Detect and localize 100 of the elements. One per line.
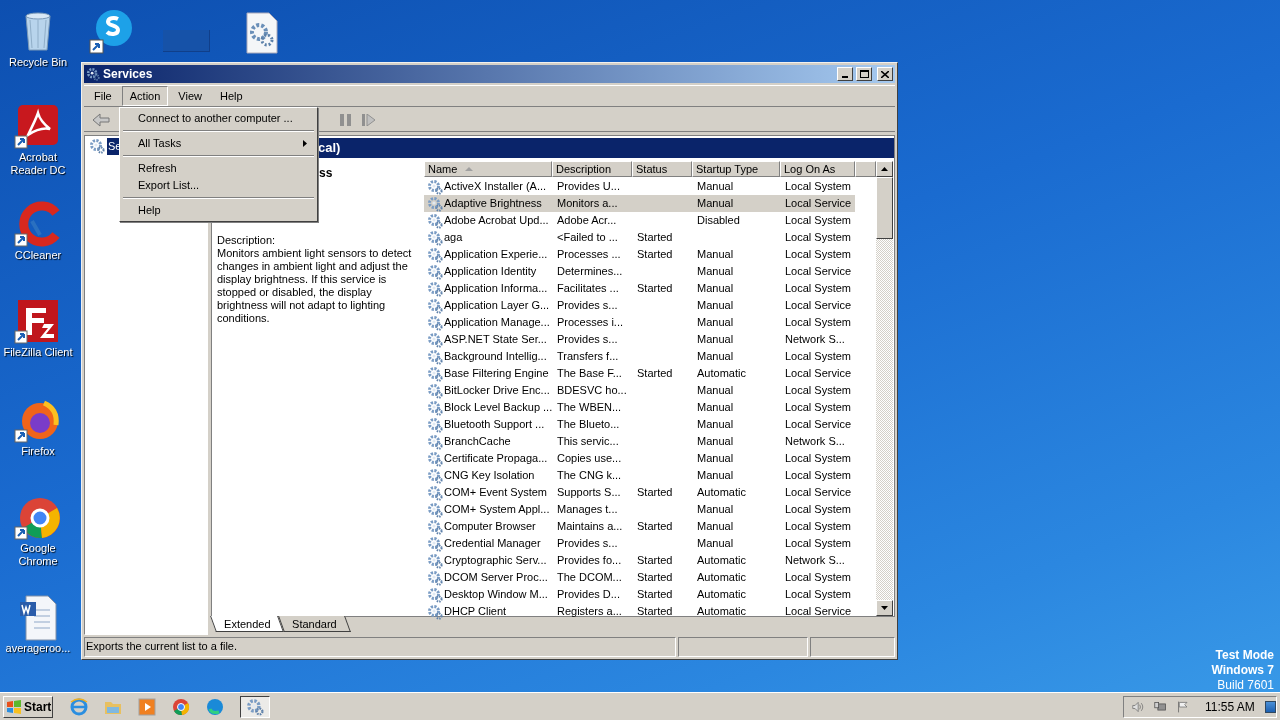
- table-row[interactable]: Block Level Backup ... The WBEN... Manual Local System: [424, 399, 855, 416]
- scroll-up-button[interactable]: [876, 161, 893, 177]
- speaker-icon[interactable]: [1132, 699, 1145, 714]
- table-cell-text: Manual: [697, 468, 734, 484]
- table-cell-text: Local System: [785, 468, 852, 484]
- desktop-shortcut[interactable]: FileZilla Client: [0, 298, 76, 359]
- table-row[interactable]: Bluetooth Support ... The Blueto... Manual Local Service: [424, 416, 855, 433]
- table-cell-text: COM+ System Appl...: [444, 502, 550, 518]
- table-row[interactable]: Adaptive Brightness Monitors a... Manual Local Service: [424, 195, 855, 212]
- desktop-shortcut[interactable]: Google Chrome: [0, 494, 76, 568]
- table-cell-text: Block Level Backup ...: [444, 400, 553, 416]
- table-cell-text: Manual: [697, 349, 734, 365]
- table-cell-text: Started: [637, 553, 673, 569]
- table-row[interactable]: Adobe Acrobat Upd... Adobe Acr... Disabled Local System: [424, 212, 855, 229]
- table-row[interactable]: Cryptographic Serv... Provides fo... Started Automatic Network S...: [424, 552, 855, 569]
- table-row[interactable]: Base Filtering Engine The Base F... Started Automatic Local Service: [424, 365, 855, 382]
- status-text: Exports the current list to a file.: [84, 637, 676, 657]
- table-cell-text: Application Identity: [444, 264, 537, 280]
- scrollbar-thumb[interactable]: [876, 177, 893, 239]
- table-row[interactable]: DHCP Client Registers a... Started Automatic Local Service: [424, 603, 855, 620]
- table-row[interactable]: BitLocker Drive Enc... BDESVC ho... Manual Local System: [424, 382, 855, 399]
- menu-item[interactable]: Export List...: [122, 177, 315, 194]
- menu-item[interactable]: Action: [121, 86, 169, 106]
- table-cell-text: Local Service: [785, 485, 852, 501]
- maximize-button[interactable]: [856, 67, 872, 81]
- desktop-shortcut[interactable]: averageroo...: [0, 594, 76, 655]
- table-cell-text: Manual: [697, 434, 734, 450]
- gear-icon: [86, 67, 100, 81]
- table-cell-text: Network S...: [785, 332, 845, 348]
- column-header[interactable]: Startup Type: [692, 161, 780, 177]
- media-player-icon[interactable]: [138, 697, 156, 716]
- flag-icon[interactable]: [1176, 699, 1189, 714]
- desktop-shortcut[interactable]: Firefox: [0, 397, 76, 458]
- table-row[interactable]: aga <Failed to ... Started Local System: [424, 229, 855, 246]
- table-cell-text: <Failed to ...: [557, 230, 618, 246]
- table-row[interactable]: Certificate Propaga... Copies use... Manual Local System: [424, 450, 855, 467]
- table-cell-text: Adaptive Brightness: [444, 196, 542, 212]
- start-button[interactable]: Start: [3, 695, 53, 718]
- menu-item[interactable]: View: [170, 86, 210, 106]
- network-icon[interactable]: [1154, 699, 1167, 714]
- desktop-shortcut[interactable]: Recycle Bin: [0, 8, 76, 69]
- gear-document-icon[interactable]: [245, 12, 279, 54]
- table-cell-text: Local System: [785, 587, 852, 603]
- table-row[interactable]: Credential Manager Provides s... Manual Local System: [424, 535, 855, 552]
- minimize-button[interactable]: [837, 67, 853, 81]
- menu-item[interactable]: Refresh: [122, 160, 315, 177]
- column-header[interactable]: Status: [632, 161, 692, 177]
- submenu-arrow-icon: [303, 140, 307, 147]
- menu-item[interactable]: Help: [122, 202, 315, 219]
- table-row[interactable]: ASP.NET State Ser... Provides s... Manual Network S...: [424, 331, 855, 348]
- table-cell-text: Local System: [785, 502, 852, 518]
- gear-icon: [427, 280, 443, 297]
- table-cell-text: Manual: [697, 332, 734, 348]
- table-row[interactable]: CNG Key Isolation The CNG k... Manual Local System: [424, 467, 855, 484]
- menu-item[interactable]: All Tasks: [122, 135, 315, 152]
- desktop-shortcut[interactable]: Acrobat Reader DC: [0, 103, 76, 177]
- gear-icon: [427, 569, 443, 586]
- table-cell-text: Local System: [785, 247, 852, 263]
- table-row[interactable]: Application Manage... Processes i... Manual Local System: [424, 314, 855, 331]
- show-desktop-icon[interactable]: [1264, 700, 1276, 713]
- view-tab[interactable]: Standard: [278, 616, 352, 632]
- table-cell-text: Local Service: [785, 417, 852, 433]
- table-cell-text: Adobe Acrobat Upd...: [444, 213, 549, 229]
- clock[interactable]: 11:55 AM: [1204, 697, 1255, 716]
- table-row[interactable]: Application Layer G... Provides s... Manual Local Service: [424, 297, 855, 314]
- table-cell-text: Local System: [785, 519, 852, 535]
- table-row[interactable]: Desktop Window M... Provides D... Started Automatic Local System: [424, 586, 855, 603]
- table-cell-text: Manual: [697, 536, 734, 552]
- menu-item[interactable]: Help: [211, 86, 251, 106]
- edge-icon[interactable]: [206, 697, 224, 716]
- close-button[interactable]: [877, 67, 893, 81]
- table-row[interactable]: Background Intellig... Transfers f... Manual Local System: [424, 348, 855, 365]
- browser-e-icon[interactable]: [70, 697, 88, 716]
- table-row[interactable]: Application Identity Determines... Manual Local Service: [424, 263, 855, 280]
- back-arrow-icon[interactable]: [92, 112, 110, 127]
- scroll-down-button[interactable]: [876, 600, 893, 616]
- table-row[interactable]: BranchCache This servic... Manual Network S...: [424, 433, 855, 450]
- pause-icon[interactable]: [340, 113, 352, 126]
- resume-icon[interactable]: [362, 113, 376, 126]
- table-row[interactable]: Application Experie... Processes ... Started Manual Local System: [424, 246, 855, 263]
- table-cell-text: Desktop Window M...: [444, 587, 548, 603]
- table-row[interactable]: COM+ Event System Supports S... Started Automatic Local Service: [424, 484, 855, 501]
- table-row[interactable]: Application Informa... Facilitates ... Started Manual Local System: [424, 280, 855, 297]
- taskbar-button[interactable]: [240, 695, 270, 718]
- table-row[interactable]: DCOM Server Proc... The DCOM... Started Automatic Local System: [424, 569, 855, 586]
- table-cell-text: Local System: [785, 536, 852, 552]
- menu-item[interactable]: File: [86, 86, 120, 106]
- view-tab[interactable]: Extended: [210, 616, 285, 632]
- table-cell-text: Started: [637, 604, 673, 620]
- column-header[interactable]: Description: [552, 161, 632, 177]
- table-row[interactable]: Computer Browser Maintains a... Started Manual Local System: [424, 518, 855, 535]
- table-cell-text: Supports S...: [557, 485, 621, 501]
- column-header[interactable]: Log On As: [780, 161, 855, 177]
- column-header[interactable]: Name: [424, 161, 552, 177]
- table-row[interactable]: COM+ System Appl... Manages t... Manual Local System: [424, 501, 855, 518]
- desktop-shortcut[interactable]: CCleaner: [0, 201, 76, 262]
- chrome-icon[interactable]: [172, 697, 190, 716]
- scrollbar[interactable]: [876, 161, 893, 616]
- menu-item[interactable]: Connect to another computer ...: [122, 110, 315, 127]
- table-row[interactable]: ActiveX Installer (A... Provides U... Manual Local System: [424, 178, 855, 195]
